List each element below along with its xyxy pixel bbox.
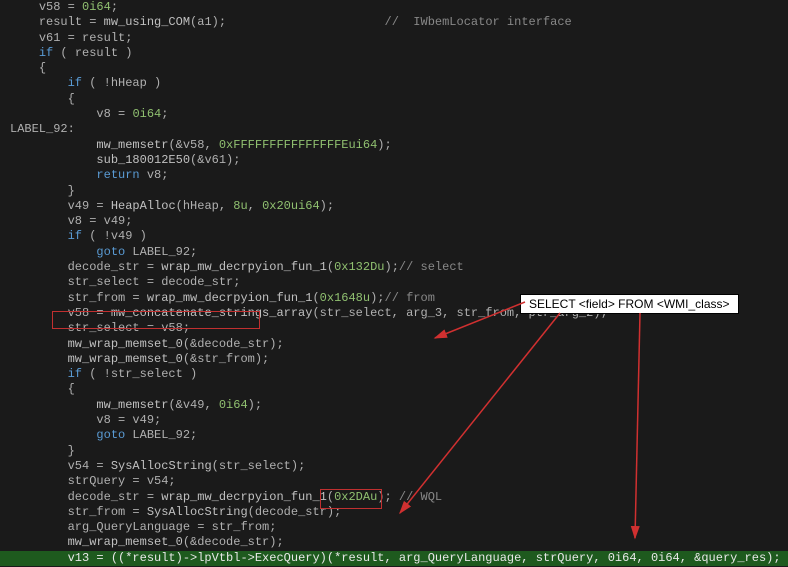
code-line: mw_wrap_memset_0(&str_from); <box>0 352 788 367</box>
code-lines: v58 = 0i64; result = mw_using_COM(a1); /… <box>0 0 788 567</box>
code-line: v8 = v49; <box>0 413 788 428</box>
code-line: mw_memsetr(&v58, 0xFFFFFFFFFFFFFFFEui64)… <box>0 138 788 153</box>
code-line: { <box>0 61 788 76</box>
code-line: result = mw_using_COM(a1); // IWbemLocat… <box>0 15 788 30</box>
code-line: decode_str = wrap_mw_decrpyion_fun_1(0x1… <box>0 260 788 275</box>
code-line: mw_wrap_memset_0(&decode_str); <box>0 535 788 550</box>
code-line: v8 = 0i64; <box>0 107 788 122</box>
code-line: strQuery = v54; <box>0 474 788 489</box>
code-line: v49 = HeapAlloc(hHeap, 8u, 0x20ui64); <box>0 199 788 214</box>
code-line: str_select = v58; <box>0 321 788 336</box>
annotation-callout: SELECT <field> FROM <WMI_class> <box>520 294 739 314</box>
code-line: LABEL_92: <box>0 122 788 137</box>
code-line: str_select = decode_str; <box>0 275 788 290</box>
code-line: { <box>0 382 788 397</box>
code-line: } <box>0 444 788 459</box>
code-line: mw_wrap_memset_0(&decode_str); <box>0 337 788 352</box>
code-line: if ( !hHeap ) <box>0 76 788 91</box>
code-line: v61 = result; <box>0 31 788 46</box>
code-line: if ( !str_select ) <box>0 367 788 382</box>
code-line: v58 = 0i64; <box>0 0 788 15</box>
code-line: { <box>0 92 788 107</box>
code-line: goto LABEL_92; <box>0 245 788 260</box>
code-line: if ( result ) <box>0 46 788 61</box>
code-line: if ( !v49 ) <box>0 229 788 244</box>
code-line: v8 = v49; <box>0 214 788 229</box>
code-line: sub_180012E50(&v61); <box>0 153 788 168</box>
code-line: v13 = ((*result)->lpVtbl->ExecQuery)(*re… <box>0 551 788 566</box>
code-line: arg_QueryLanguage = str_from; <box>0 520 788 535</box>
code-line: v54 = SysAllocString(str_select); <box>0 459 788 474</box>
code-line: } <box>0 184 788 199</box>
code-line: decode_str = wrap_mw_decrpyion_fun_1(0x2… <box>0 490 788 505</box>
code-line: return v8; <box>0 168 788 183</box>
code-line: goto LABEL_92; <box>0 428 788 443</box>
code-line: mw_memsetr(&v49, 0i64); <box>0 398 788 413</box>
decompiler-code-pane[interactable]: v58 = 0i64; result = mw_using_COM(a1); /… <box>0 0 788 567</box>
code-line: str_from = SysAllocString(decode_str); <box>0 505 788 520</box>
